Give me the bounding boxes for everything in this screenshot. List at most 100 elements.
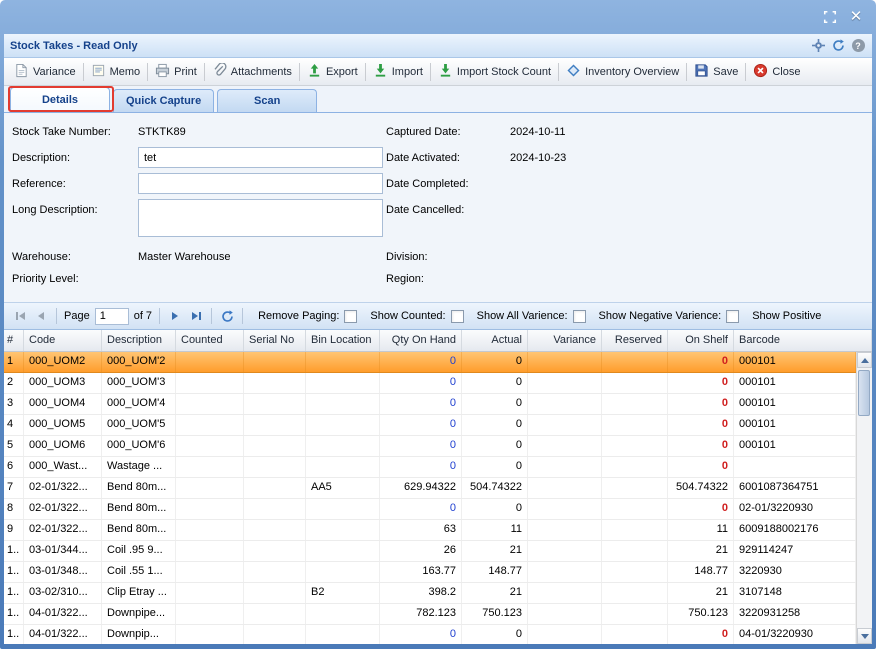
cell-serial-no	[244, 520, 306, 540]
warehouse-value: Master Warehouse	[138, 251, 231, 263]
page-input[interactable]	[95, 308, 129, 325]
scroll-up-button[interactable]	[857, 352, 872, 368]
page-count-label: of 7	[134, 310, 152, 322]
cell-qty-on-hand: 0	[380, 415, 462, 435]
column-header-code[interactable]: Code	[24, 330, 102, 351]
column-header-counted[interactable]: Counted	[176, 330, 244, 351]
table-row[interactable]: 2 000_UOM3 000_UOM'3 0 0 0 000101	[4, 373, 856, 394]
table-row[interactable]: 3 000_UOM4 000_UOM'4 0 0 0 000101	[4, 394, 856, 415]
column-header-variance[interactable]: Variance	[528, 330, 602, 351]
cell-actual: 750.123	[462, 604, 528, 624]
pager-separator	[56, 308, 57, 324]
table-row[interactable]: 8 02-01/322... Bend 80m... 0 0 0 02-01/3…	[4, 499, 856, 520]
cell-row-number: 1..	[4, 541, 24, 561]
print-button[interactable]: Print	[150, 60, 202, 84]
close-button[interactable]: Close	[748, 60, 805, 84]
save-button[interactable]: Save	[689, 60, 743, 84]
cell-barcode: 000101	[734, 415, 856, 435]
memo-button[interactable]: Memo	[86, 60, 146, 84]
cell-row-number: 1	[4, 352, 24, 372]
import-button[interactable]: Import	[368, 60, 428, 84]
table-row[interactable]: 1.. 03-01/344... Coil .95 9... 26 21 21 …	[4, 541, 856, 562]
page-label: Page	[64, 310, 90, 322]
table-row[interactable]: 6 000_Wast... Wastage ... 0 0 0	[4, 457, 856, 478]
attachments-button[interactable]: Attachments	[207, 60, 297, 84]
cell-description: 000_UOM'4	[102, 394, 176, 414]
priority-level-label: Priority Level:	[12, 273, 79, 285]
variance-button[interactable]: Variance	[9, 60, 81, 84]
cell-barcode: 04-01/3220930	[734, 625, 856, 644]
window-title: Stock Takes - Read Only	[10, 40, 138, 52]
warehouse-label: Warehouse:	[12, 251, 71, 263]
cell-actual: 21	[462, 583, 528, 603]
cell-reserved	[602, 352, 668, 372]
pager-separator	[211, 308, 212, 324]
cell-qty-on-hand: 0	[380, 457, 462, 477]
cell-description: Bend 80m...	[102, 478, 176, 498]
remove-paging-label: Remove Paging:	[258, 310, 339, 322]
show-all-varience-label: Show All Varience:	[477, 310, 568, 322]
cell-barcode: 000101	[734, 436, 856, 456]
cell-code: 000_UOM5	[24, 415, 102, 435]
description-input[interactable]	[138, 147, 383, 168]
reference-input[interactable]	[138, 173, 383, 194]
window-close-icon[interactable]: ✕	[848, 9, 864, 25]
column-header-qty-on-hand[interactable]: Qty On Hand	[380, 330, 462, 351]
show-negative-varience-checkbox[interactable]	[726, 310, 739, 323]
table-row[interactable]: 5 000_UOM6 000_UOM'6 0 0 0 000101	[4, 436, 856, 457]
long-description-label: Long Description:	[12, 204, 98, 216]
refresh-icon[interactable]	[830, 38, 846, 54]
table-row[interactable]: 1.. 03-02/310... Clip Etray ... B2 398.2…	[4, 583, 856, 604]
table-row[interactable]: 4 000_UOM5 000_UOM'5 0 0 0 000101	[4, 415, 856, 436]
cell-bin-location	[306, 520, 380, 540]
vertical-scrollbar[interactable]	[856, 352, 872, 644]
table-row[interactable]: 1.. 04-01/322... Downpip... 0 0 0 04-01/…	[4, 625, 856, 644]
cell-description: Downpip...	[102, 625, 176, 644]
tab-details[interactable]: Details	[10, 87, 110, 112]
table-row[interactable]: 1.. 03-01/348... Coil .55 1... 163.77 14…	[4, 562, 856, 583]
settings-gear-icon[interactable]	[810, 38, 826, 54]
prev-page-button[interactable]	[33, 308, 49, 324]
next-page-button[interactable]	[167, 308, 183, 324]
remove-paging-checkbox[interactable]	[344, 310, 357, 323]
help-icon[interactable]: ?	[850, 38, 866, 54]
pager-refresh-button[interactable]	[219, 308, 235, 324]
column-header-description[interactable]: Description	[102, 330, 176, 351]
maximize-restore-icon[interactable]	[822, 9, 838, 25]
column-header-reserved[interactable]: Reserved	[602, 330, 668, 351]
table-row[interactable]: 9 02-01/322... Bend 80m... 63 11 11 6009…	[4, 520, 856, 541]
column-header-bin-location[interactable]: Bin Location	[306, 330, 380, 351]
column-header-row-number[interactable]: #	[4, 330, 24, 351]
region-label: Region:	[386, 273, 424, 285]
cell-serial-no	[244, 604, 306, 624]
column-header-barcode[interactable]: Barcode	[734, 330, 872, 351]
show-all-varience-checkbox[interactable]	[573, 310, 586, 323]
inventory-overview-button[interactable]: Inventory Overview	[561, 60, 684, 84]
table-row[interactable]: 1 000_UOM2 000_UOM'2 0 0 0 000101	[4, 352, 856, 373]
column-header-serial-no[interactable]: Serial No	[244, 330, 306, 351]
cell-barcode: 6009188002176	[734, 520, 856, 540]
column-header-on-shelf[interactable]: On Shelf	[668, 330, 734, 351]
cell-bin-location	[306, 373, 380, 393]
tab-quick-capture[interactable]: Quick Capture	[113, 89, 214, 112]
table-row[interactable]: 1.. 04-01/322... Downpipe... 782.123 750…	[4, 604, 856, 625]
cell-code: 04-01/322...	[24, 625, 102, 644]
table-row[interactable]: 7 02-01/322... Bend 80m... AA5 629.94322…	[4, 478, 856, 499]
export-button[interactable]: Export	[302, 60, 363, 84]
last-page-button[interactable]	[188, 308, 204, 324]
tab-scan[interactable]: Scan	[217, 89, 317, 112]
long-description-textarea[interactable]	[138, 199, 383, 237]
cell-bin-location	[306, 415, 380, 435]
cell-code: 000_Wast...	[24, 457, 102, 477]
show-counted-checkbox[interactable]	[451, 310, 464, 323]
cell-counted	[176, 457, 244, 477]
stock-take-number-label: Stock Take Number:	[12, 126, 111, 138]
first-page-button[interactable]	[12, 308, 28, 324]
column-header-actual[interactable]: Actual	[462, 330, 528, 351]
import-stock-count-button[interactable]: Import Stock Count	[433, 60, 556, 84]
cell-variance	[528, 352, 602, 372]
scroll-down-button[interactable]	[857, 628, 872, 644]
scrollbar-thumb[interactable]	[858, 370, 870, 416]
cell-description: Clip Etray ...	[102, 583, 176, 603]
division-label: Division:	[386, 251, 428, 263]
